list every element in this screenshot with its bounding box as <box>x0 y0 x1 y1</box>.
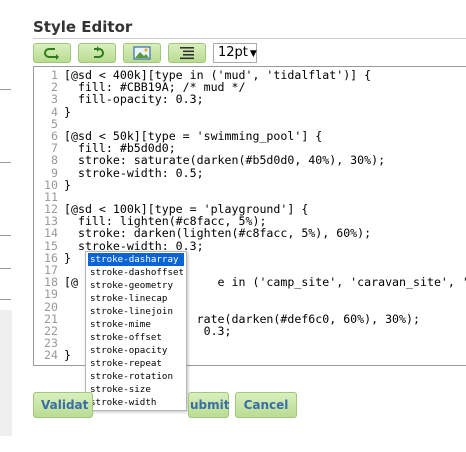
code-text: stroke: saturate(darken(#b5d0d0, 40%), 3… <box>64 153 386 168</box>
line-number: 9 <box>51 165 58 180</box>
autocomplete-item[interactable]: stroke-rotation <box>86 370 186 383</box>
autocomplete-item[interactable]: stroke-size <box>86 383 186 396</box>
redo-button[interactable] <box>78 43 116 63</box>
left-panel-edge <box>0 0 12 452</box>
autocomplete-item[interactable]: stroke-width <box>86 396 186 409</box>
code-line: 3 fill-opacity: 0.3; <box>34 93 466 105</box>
divider <box>0 235 11 236</box>
autocomplete-item[interactable]: stroke-dasharray <box>88 253 184 266</box>
line-number: 19 <box>44 287 58 302</box>
code-text: fill-opacity: 0.3; <box>64 92 204 107</box>
validate-button[interactable]: Validat <box>33 392 93 418</box>
autocomplete-item[interactable]: stroke-repeat <box>86 357 186 370</box>
line-number: 8 <box>51 153 58 168</box>
image-icon <box>133 46 151 60</box>
divider <box>0 89 11 90</box>
code-text: } <box>64 348 71 363</box>
cancel-button[interactable]: Cancel <box>235 392 297 418</box>
list-indent-icon <box>180 47 194 60</box>
font-size-value: 12pt <box>218 45 248 60</box>
code-line: 14 stroke: darken(lighten(#c8facc, 5%), … <box>34 227 466 239</box>
line-number: 15 <box>44 238 58 253</box>
divider <box>0 162 11 163</box>
line-number: 4 <box>51 104 58 119</box>
code-text: stroke-width: 0.5; <box>64 165 204 180</box>
code-text: stroke-width: 0.3; <box>64 238 204 253</box>
line-number: 2 <box>51 80 58 95</box>
line-number: 14 <box>44 226 58 241</box>
image-button[interactable] <box>123 43 161 63</box>
line-number: 6 <box>51 128 58 143</box>
autocomplete-item[interactable]: stroke-geometry <box>86 279 186 292</box>
submit-button[interactable]: ubmit <box>188 392 230 418</box>
code-text: } <box>64 104 71 119</box>
divider <box>0 299 11 300</box>
title-divider <box>33 38 466 39</box>
autocomplete-list[interactable]: stroke-dasharray stroke-dashoffset stroke-… <box>85 251 187 411</box>
line-number: 20 <box>44 299 58 314</box>
code-text: stroke: darken(lighten(#c8facc, 5%), 60%… <box>64 226 372 241</box>
indent-button[interactable] <box>168 43 206 63</box>
code-line: 15 stroke-width: 0.3; <box>34 238 466 253</box>
page-title: Style Editor <box>33 18 133 36</box>
line-number: 7 <box>51 141 58 156</box>
autocomplete-item[interactable]: stroke-linejoin <box>86 305 186 318</box>
line-number: 24 <box>44 348 58 363</box>
code-line: 10} <box>34 177 466 192</box>
divider <box>0 268 11 269</box>
redo-arrow-icon <box>94 46 104 58</box>
code-text: } <box>64 250 71 265</box>
code-line: 4} <box>34 104 466 119</box>
undo-button[interactable] <box>33 43 71 63</box>
code-line: 9 stroke-width: 0.5; <box>34 165 466 180</box>
autocomplete-item[interactable]: stroke-dashoffset <box>86 266 186 279</box>
line-number: 1 <box>51 68 58 82</box>
autocomplete-item[interactable]: stroke-linecap <box>86 292 186 305</box>
code-text: } <box>64 177 71 192</box>
code-line: 8 stroke: saturate(darken(#b5d0d0, 40%),… <box>34 154 466 166</box>
autocomplete-item[interactable]: stroke-opacity <box>86 344 186 357</box>
line-number: 5 <box>51 116 58 131</box>
line-number: 3 <box>51 92 58 107</box>
chevron-down-icon: ▼ <box>249 49 257 59</box>
autocomplete-item[interactable]: stroke-offset <box>86 331 186 344</box>
font-size-select[interactable]: 12pt ▼ <box>213 43 257 63</box>
undo-arrow-icon <box>44 48 59 60</box>
left-panel-box <box>0 310 12 436</box>
autocomplete-item[interactable]: stroke-mime <box>86 318 186 331</box>
